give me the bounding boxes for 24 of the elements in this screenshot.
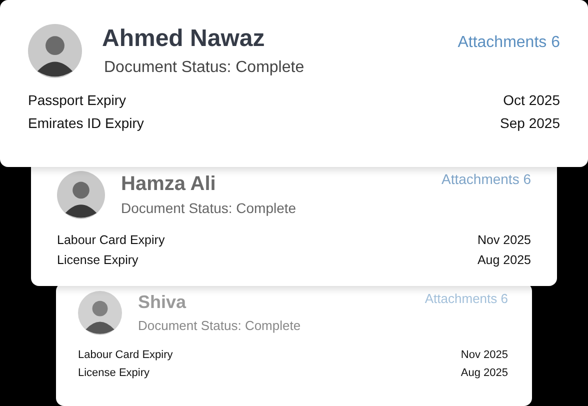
person-name: Shiva bbox=[138, 292, 188, 314]
document-label: Emirates ID Expiry bbox=[28, 115, 144, 131]
expiry-date: Nov 2025 bbox=[460, 348, 508, 361]
expiry-date: Nov 2025 bbox=[477, 232, 531, 247]
document-label: License Expiry bbox=[78, 366, 150, 379]
avatar bbox=[28, 24, 82, 78]
document-label: Passport Expiry bbox=[28, 92, 126, 108]
document-label: Labour Card Expiry bbox=[78, 348, 173, 361]
expiry-date: Sep 2025 bbox=[500, 115, 560, 131]
person-name: Ahmed Nawaz bbox=[102, 25, 266, 53]
attachments-link[interactable]: Attachments 6 bbox=[424, 290, 508, 306]
person-name: Hamza Ali bbox=[121, 173, 217, 196]
document-label: Labour Card Expiry bbox=[57, 232, 165, 247]
expiry-date: Aug 2025 bbox=[460, 366, 508, 379]
document-status: Document Status: Complete bbox=[138, 318, 302, 334]
expiry-date: Oct 2025 bbox=[503, 92, 560, 108]
avatar bbox=[57, 170, 105, 219]
document-status: Document Status: Complete bbox=[103, 59, 306, 77]
expiry-date: Aug 2025 bbox=[477, 252, 531, 267]
attachments-link[interactable]: Attachments 6 bbox=[458, 34, 560, 52]
avatar bbox=[78, 290, 122, 335]
document-status: Document Status: Complete bbox=[121, 200, 298, 216]
attachments-link[interactable]: Attachments 6 bbox=[442, 170, 531, 187]
document-label: License Expiry bbox=[57, 252, 138, 267]
